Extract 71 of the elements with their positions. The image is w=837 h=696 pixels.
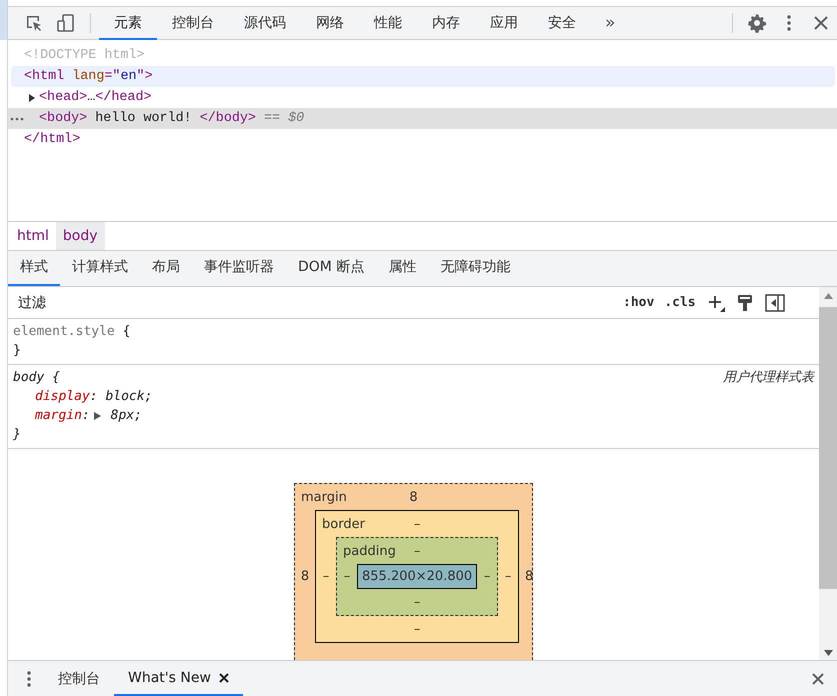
more-options-icon[interactable] xyxy=(26,670,32,688)
css-selector: element.style { xyxy=(13,323,130,341)
dom-node-text: <body> hello world! </body> == $0 xyxy=(39,111,304,126)
dom-node-text: <!DOCTYPE html> xyxy=(24,48,145,63)
page-background xyxy=(0,0,7,40)
device-icon[interactable] xyxy=(56,13,76,33)
closing-brace: } xyxy=(13,426,22,444)
breadcrumb[interactable]: body xyxy=(56,222,105,250)
box-model-value: 8 xyxy=(300,569,310,584)
scroll-up-icon[interactable] xyxy=(824,293,832,299)
breadcrumb[interactable]: html xyxy=(10,222,56,250)
box-model-value: 8 xyxy=(524,569,534,584)
css-value: block; xyxy=(104,388,152,406)
hov-button[interactable]: :hov xyxy=(618,295,660,310)
sidebar-toggle-icon[interactable] xyxy=(764,294,785,312)
dom-node-text: </html> xyxy=(24,132,80,147)
close-icon[interactable] xyxy=(218,672,229,682)
dom-node-text: <head>…</head> xyxy=(39,90,152,105)
box-model-value: – xyxy=(482,569,492,584)
box-model-label: border xyxy=(322,516,365,532)
box-model-value: – xyxy=(414,594,420,610)
dom-node-row[interactable]: </html> xyxy=(8,129,837,150)
panel-tab[interactable]: 元素 xyxy=(99,6,157,40)
panel-tab[interactable]: 安全 xyxy=(533,6,591,40)
box-model-value: – xyxy=(414,544,420,558)
settings-icon[interactable] xyxy=(747,13,767,33)
css-property: margin: xyxy=(35,407,90,425)
inspect-icon[interactable] xyxy=(24,13,44,33)
sidebar-tab[interactable]: 样式 xyxy=(8,251,60,286)
dom-node-row[interactable]: <body> hello world! </body> == $0 xyxy=(8,108,837,129)
css-value: 8px; xyxy=(110,407,142,425)
box-model-label: padding xyxy=(343,544,396,558)
box-model-value: – xyxy=(414,516,420,532)
css-property: display: xyxy=(35,388,98,406)
stylesheet-source: 用户代理样式表 xyxy=(723,369,814,387)
panel-tab[interactable]: 控制台 xyxy=(157,6,229,40)
css-selector: body { xyxy=(13,369,60,387)
expand-arrow-icon[interactable] xyxy=(28,94,36,102)
sidebar-tab[interactable]: 计算样式 xyxy=(60,251,140,286)
add-rule-icon[interactable] xyxy=(706,294,725,312)
panel-tab[interactable]: 源代码 xyxy=(229,6,301,40)
box-model-value: 8 xyxy=(409,490,418,504)
expand-arrow-icon[interactable] xyxy=(94,412,101,420)
drawer-tab[interactable]: What's New xyxy=(114,661,243,696)
dots-icon xyxy=(10,116,24,122)
sidebar-tab[interactable]: 属性 xyxy=(376,251,428,286)
dom-node-text: <html lang="en"> xyxy=(24,69,153,84)
box-model-value: – xyxy=(414,622,420,636)
scrollbar[interactable] xyxy=(819,287,837,660)
dom-node-row[interactable]: <head>…</head> xyxy=(8,87,837,108)
dom-node-row[interactable]: <html lang="en"> xyxy=(11,66,835,87)
paint-brush-icon[interactable] xyxy=(736,294,753,312)
closing-brace: } xyxy=(13,342,22,360)
box-model-value: – xyxy=(504,569,512,584)
box-model-value: – xyxy=(342,569,352,584)
sidebar-tab[interactable]: 布局 xyxy=(140,251,192,286)
cls-button[interactable]: .cls xyxy=(659,295,701,310)
drawer-tab[interactable]: 控制台 xyxy=(44,661,114,696)
box-model-label: margin xyxy=(301,490,347,504)
panel-tab[interactable]: 网络 xyxy=(301,6,359,40)
panel-tab[interactable]: 应用 xyxy=(475,6,533,40)
content-box: 855.200×20.800 xyxy=(357,564,478,589)
sidebar-tab[interactable]: 无障碍功能 xyxy=(428,251,522,286)
box-model-value: – xyxy=(322,569,330,584)
panel-tab[interactable]: 性能 xyxy=(359,6,417,40)
scrollbar-thumb[interactable] xyxy=(819,307,837,589)
more-tabs-button[interactable]: » xyxy=(591,13,630,33)
scroll-down-icon[interactable] xyxy=(824,650,832,656)
panel-tab[interactable]: 内存 xyxy=(417,6,475,40)
sidebar-tab[interactable]: 事件监听器 xyxy=(192,251,286,286)
sidebar-tab[interactable]: DOM 断点 xyxy=(286,251,376,286)
